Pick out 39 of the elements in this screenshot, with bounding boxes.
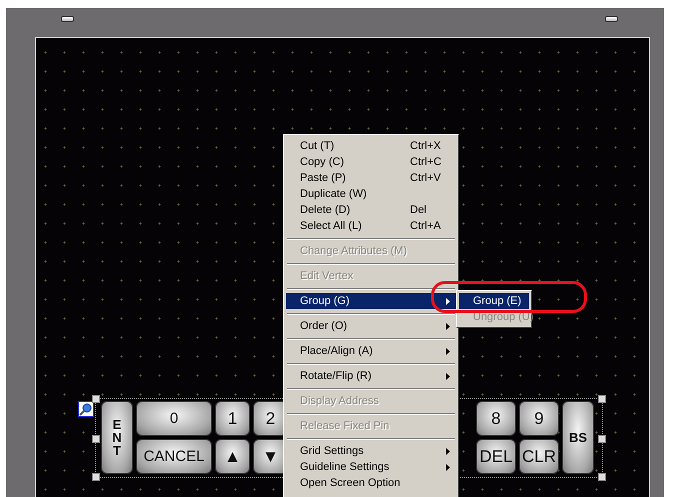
resize-handle[interactable]: [92, 435, 100, 443]
keypad-key[interactable]: 1: [215, 401, 250, 436]
keypad-key[interactable]: 9: [519, 401, 559, 436]
keypad-key[interactable]: DEL: [476, 439, 516, 474]
keypad-key[interactable]: 8: [476, 401, 516, 436]
frame-handle-icon[interactable]: [605, 16, 618, 22]
menu-item[interactable]: Select All (L) Ctrl+A: [286, 218, 456, 234]
submenu-arrow-icon: [446, 298, 450, 305]
resize-handle[interactable]: [598, 435, 606, 443]
menu-item[interactable]: Group (G): [286, 293, 456, 309]
resize-handle[interactable]: [598, 473, 606, 481]
keypad-key[interactable]: 0: [136, 401, 212, 436]
submenu-arrow-icon: [446, 323, 450, 330]
submenu-arrow-icon: [446, 348, 450, 355]
resize-handle[interactable]: [92, 473, 100, 481]
menu-item[interactable]: Grid Settings: [286, 443, 456, 459]
menu-item[interactable]: Duplicate (W): [286, 186, 456, 202]
menu-item[interactable]: Delete (D) Del: [286, 202, 456, 218]
submenu-arrow-icon: [446, 448, 450, 455]
keypad-key[interactable]: ENT: [101, 401, 133, 474]
menu-item[interactable]: Place/Align (A): [286, 343, 456, 359]
resize-handle[interactable]: [92, 395, 100, 403]
submenu-arrow-icon: [446, 373, 450, 380]
keypad-key[interactable]: ▲: [215, 439, 250, 474]
keypad-key[interactable]: CANCEL: [136, 439, 212, 474]
menu-item[interactable]: Group (E): [459, 293, 529, 309]
resize-handle[interactable]: [598, 395, 606, 403]
menu-item[interactable]: Cut (T) Ctrl+X: [286, 138, 456, 154]
frame-handle-icon[interactable]: [61, 16, 74, 22]
keypad-key[interactable]: BS: [562, 401, 594, 474]
menu-item[interactable]: Rotate/Flip (R): [286, 368, 456, 384]
menu-item[interactable]: Paste (P) Ctrl+V: [286, 170, 456, 186]
menu-item[interactable]: Copy (C) Ctrl+C: [286, 154, 456, 170]
keypad-key[interactable]: CLR: [519, 439, 559, 474]
submenu-arrow-icon: [446, 464, 450, 471]
menu-item[interactable]: Order (O): [286, 318, 456, 334]
menu-item[interactable]: Open Screen Option: [286, 475, 456, 491]
magnifier-icon[interactable]: [78, 401, 94, 417]
menu-item[interactable]: Guideline Settings: [286, 459, 456, 475]
